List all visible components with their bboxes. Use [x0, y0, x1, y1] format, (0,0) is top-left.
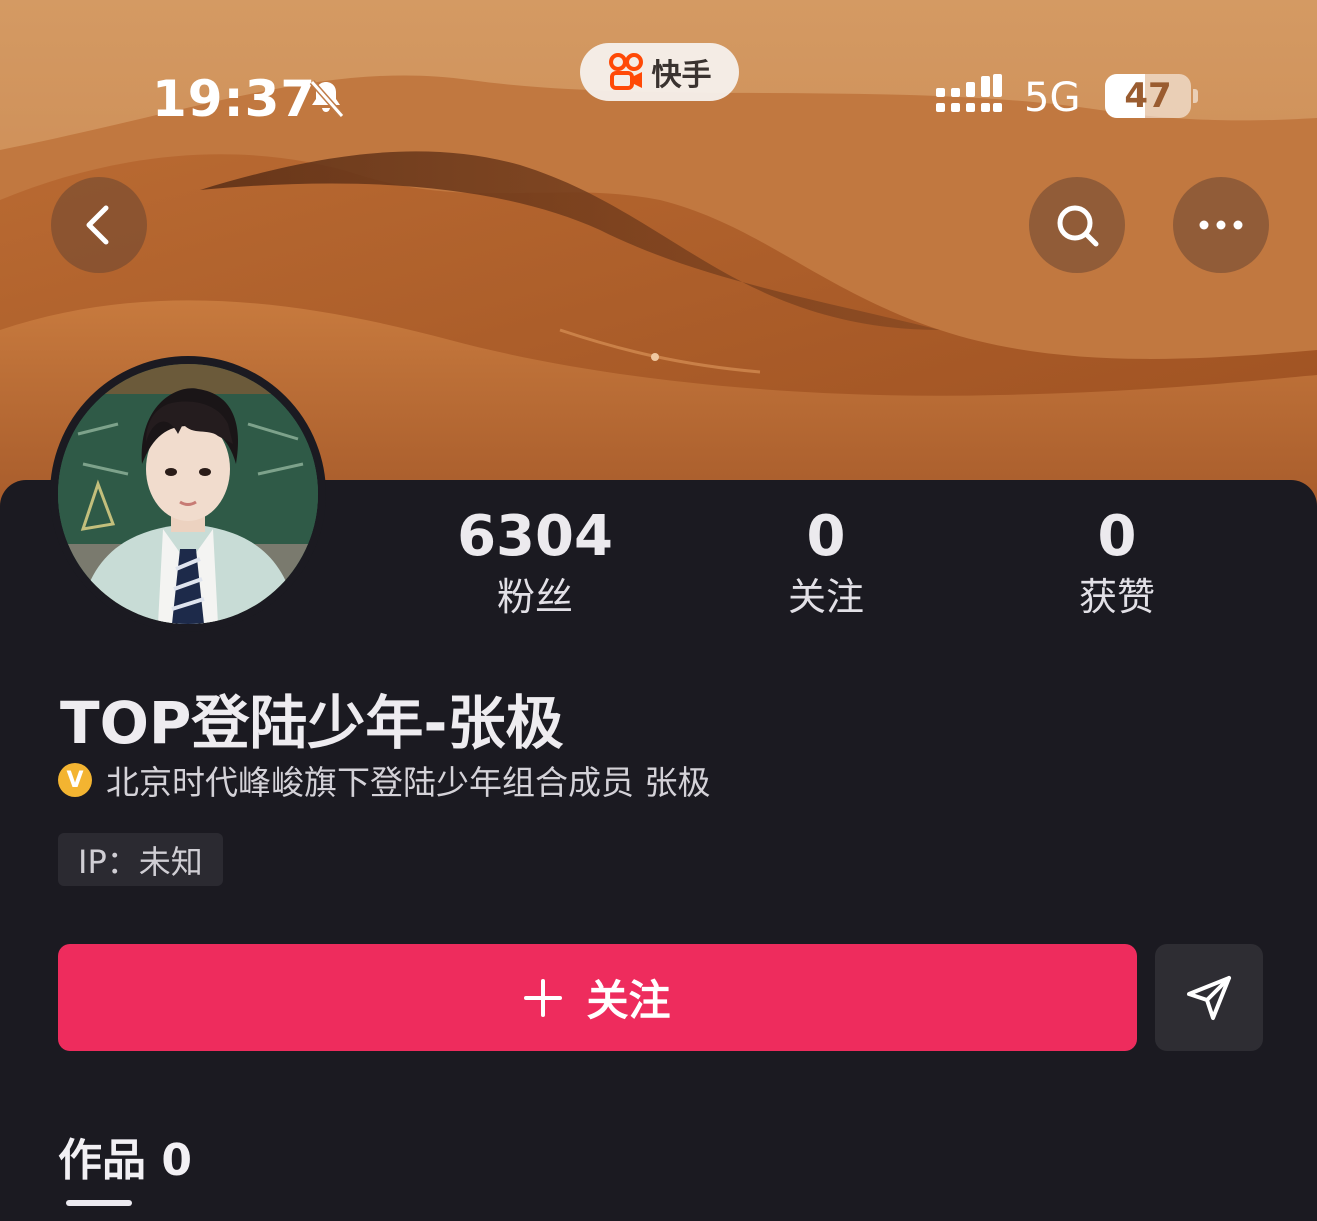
verification-row: V 北京时代峰峻旗下登陆少年组合成员 张极	[58, 756, 711, 804]
battery-level: 47	[1124, 76, 1172, 116]
following-label: 关注	[787, 575, 864, 619]
plus-icon	[524, 978, 563, 1017]
followers-label: 粉丝	[496, 575, 573, 619]
verified-badge-icon: V	[58, 763, 92, 797]
search-icon	[1057, 205, 1099, 247]
more-horizontal-icon	[1199, 220, 1243, 230]
back-button[interactable]	[51, 177, 147, 273]
kuaishou-logo-icon	[608, 53, 643, 90]
app-indicator[interactable]: 快手	[580, 43, 739, 101]
status-time: 19:37	[152, 70, 317, 128]
followers-count: 6304	[457, 504, 613, 569]
follow-button-label: 关注	[586, 976, 671, 1025]
likes-label: 获赞	[1078, 575, 1155, 619]
app-name: 快手	[651, 58, 712, 93]
battery-indicator: 47	[1105, 74, 1191, 118]
username: TOP登陆少年-张极	[60, 689, 564, 757]
ip-location-tag: IP：未知	[58, 833, 223, 886]
avatar-photo	[58, 364, 318, 624]
following-count: 0	[806, 504, 846, 569]
message-button[interactable]	[1155, 944, 1263, 1051]
more-options-button[interactable]	[1173, 177, 1269, 273]
stat-following[interactable]: 0 关注	[726, 505, 926, 621]
battery-cap	[1193, 89, 1198, 103]
network-type: 5G	[1024, 75, 1081, 121]
likes-count: 0	[1097, 504, 1137, 569]
avatar[interactable]	[50, 356, 326, 632]
bell-muted-icon	[309, 80, 345, 118]
search-button[interactable]	[1029, 177, 1125, 273]
stat-followers[interactable]: 6304 粉丝	[435, 505, 635, 621]
follow-button[interactable]: 关注	[58, 944, 1137, 1051]
tab-works[interactable]: 作品 0	[58, 1124, 192, 1188]
stat-likes[interactable]: 0 获赞	[1017, 505, 1217, 621]
active-tab-indicator	[66, 1200, 132, 1206]
signal-strength-icon	[936, 74, 1002, 112]
verification-text: 北京时代峰峻旗下登陆少年组合成员 张极	[106, 763, 711, 802]
chevron-left-icon	[86, 205, 109, 245]
send-icon	[1187, 975, 1231, 1020]
